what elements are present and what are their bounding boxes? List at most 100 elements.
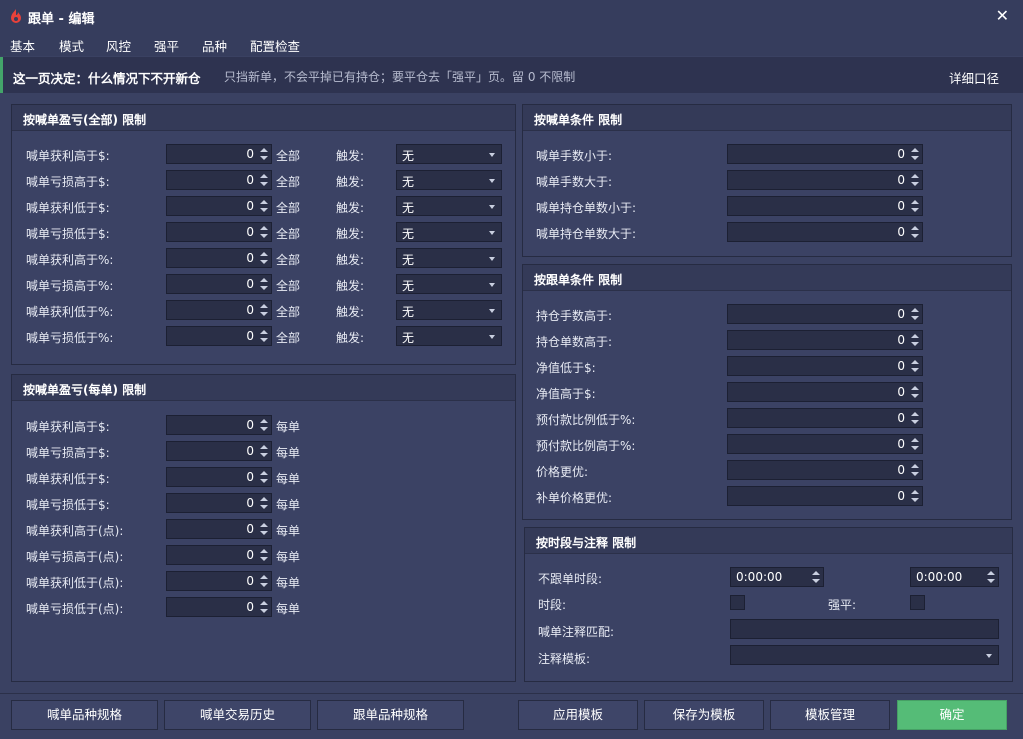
value-stepper[interactable]: 0 — [727, 304, 923, 324]
stepper-arrows-icon[interactable] — [911, 488, 919, 504]
panel-follow-conditions: 按跟单条件 限制 持仓手数高于: 0 持仓单数高于: 0 净值低于$: 0 净值高于$: 0 预… — [522, 264, 1012, 520]
stepper-arrows-icon[interactable] — [911, 384, 919, 400]
value-stepper[interactable]: 0 — [727, 170, 923, 190]
stepper-arrows-icon[interactable] — [911, 224, 919, 240]
value-stepper[interactable]: 0 — [166, 493, 272, 513]
trigger-select[interactable]: 无 — [396, 196, 502, 216]
value-stepper[interactable]: 0 — [166, 545, 272, 565]
value-stepper[interactable]: 0 — [166, 441, 272, 461]
tab-symbols[interactable]: 品种 — [202, 36, 227, 55]
panel-time-comment: 按时段与注释 限制 不跟单时段: 0:00:00 0:00:00 时段: 强平:… — [524, 527, 1013, 682]
value-stepper[interactable]: 0 — [727, 382, 923, 402]
panel-signal-pl-each: 按喊单盈亏(每单) 限制 喊单获利高于$: 0 每单 喊单亏损高于$: 0 每单 喊单获利低… — [11, 374, 516, 682]
stepper-arrows-icon[interactable] — [260, 417, 268, 433]
stepper-arrows-icon[interactable] — [911, 332, 919, 348]
stepper-arrows-icon[interactable] — [911, 462, 919, 478]
panel-title: 按喊单盈亏(全部) 限制 — [12, 105, 515, 131]
value-stepper[interactable]: 0 — [727, 330, 923, 350]
stepper-arrows-icon[interactable] — [911, 410, 919, 426]
trigger-select[interactable]: 无 — [396, 222, 502, 242]
force-close-checkbox[interactable] — [910, 595, 925, 610]
trigger-select[interactable]: 无 — [396, 274, 502, 294]
apply-template-button[interactable]: 应用模板 — [518, 700, 638, 730]
value-stepper[interactable]: 0 — [727, 196, 923, 216]
stepper-arrows-icon[interactable] — [260, 146, 268, 162]
stepper-arrows-icon[interactable] — [260, 547, 268, 563]
trigger-select[interactable]: 无 — [396, 300, 502, 320]
stepper-arrows-icon[interactable] — [911, 172, 919, 188]
stepper-arrows-icon[interactable] — [911, 358, 919, 374]
stepper-arrows-icon[interactable] — [260, 302, 268, 318]
save-as-template-button[interactable]: 保存为模板 — [644, 700, 764, 730]
value-stepper[interactable]: 0 — [166, 467, 272, 487]
value-stepper[interactable]: 0 — [727, 486, 923, 506]
stepper-arrows-icon[interactable] — [260, 469, 268, 485]
value-stepper[interactable]: 0 — [166, 415, 272, 435]
value-stepper[interactable]: 0 — [727, 408, 923, 428]
value-stepper[interactable]: 0 — [166, 222, 272, 242]
trigger-select[interactable]: 无 — [396, 144, 502, 164]
value-stepper[interactable]: 0 — [166, 144, 272, 164]
stepper-arrows-icon[interactable] — [260, 328, 268, 344]
stepper-arrows-icon[interactable] — [260, 250, 268, 266]
stepper-arrows-icon[interactable] — [911, 436, 919, 452]
period-checkbox[interactable] — [730, 595, 745, 610]
row-label: 喊单获利低于%: — [26, 305, 114, 319]
value-stepper[interactable]: 0 — [727, 434, 923, 454]
stepper-arrows-icon[interactable] — [911, 306, 919, 322]
window-title: 跟单 - 编辑 — [28, 12, 95, 27]
stepper-arrows-icon[interactable] — [260, 224, 268, 240]
value-stepper[interactable]: 0 — [166, 300, 272, 320]
stepper-value: 0 — [246, 225, 254, 239]
value-stepper[interactable]: 0 — [166, 248, 272, 268]
value-stepper[interactable]: 0 — [166, 326, 272, 346]
comment-match-label: 喊单注释匹配: — [538, 625, 615, 639]
value-stepper[interactable]: 0 — [166, 519, 272, 539]
comment-match-input[interactable] — [730, 619, 999, 639]
tab-basic[interactable]: 基本 — [10, 36, 35, 55]
tab-bar: 基本 模式 风控 强平 品种 配置检查 — [0, 32, 1023, 59]
stepper-arrows-icon[interactable] — [911, 146, 919, 162]
tab-config-check[interactable]: 配置检查 — [241, 36, 309, 59]
stepper-value: 0 — [246, 329, 254, 343]
value-stepper[interactable]: 0 — [727, 222, 923, 242]
stepper-arrows-icon[interactable] — [260, 172, 268, 188]
value-stepper[interactable]: 0 — [727, 356, 923, 376]
value-stepper[interactable]: 0 — [166, 274, 272, 294]
stepper-arrows-icon[interactable] — [260, 495, 268, 511]
scope-label: 全部 — [276, 253, 301, 267]
value-stepper[interactable]: 0 — [166, 597, 272, 617]
signal-trade-history-button[interactable]: 喊单交易历史 — [164, 700, 311, 730]
trigger-select[interactable]: 无 — [396, 326, 502, 346]
signal-symbol-spec-button[interactable]: 喊单品种规格 — [11, 700, 158, 730]
time-end-stepper[interactable]: 0:00:00 — [910, 567, 999, 587]
scope-label: 每单 — [276, 498, 301, 512]
value-stepper[interactable]: 0 — [166, 571, 272, 591]
stepper-arrows-icon[interactable] — [260, 573, 268, 589]
details-link[interactable]: 详细口径 — [949, 68, 999, 87]
value-stepper[interactable]: 0 — [727, 460, 923, 480]
stepper-arrows-icon[interactable] — [812, 569, 820, 585]
template-manager-button[interactable]: 模板管理 — [770, 700, 890, 730]
ok-button[interactable]: 确定 — [897, 700, 1007, 730]
close-icon[interactable]: ✕ — [996, 6, 1009, 25]
tab-mode[interactable]: 模式 — [59, 36, 84, 55]
trigger-select[interactable]: 无 — [396, 248, 502, 268]
stepper-arrows-icon[interactable] — [260, 276, 268, 292]
title-bar: 跟单 - 编辑 ✕ — [0, 0, 1023, 32]
value-stepper[interactable]: 0 — [166, 196, 272, 216]
stepper-arrows-icon[interactable] — [260, 198, 268, 214]
trigger-select[interactable]: 无 — [396, 170, 502, 190]
follow-symbol-spec-button[interactable]: 跟单品种规格 — [317, 700, 464, 730]
stepper-arrows-icon[interactable] — [260, 521, 268, 537]
stepper-arrows-icon[interactable] — [987, 569, 995, 585]
comment-template-select[interactable] — [730, 645, 999, 665]
value-stepper[interactable]: 0 — [166, 170, 272, 190]
stepper-arrows-icon[interactable] — [260, 443, 268, 459]
tab-force-close[interactable]: 强平 — [154, 36, 179, 55]
stepper-arrows-icon[interactable] — [911, 198, 919, 214]
time-start-stepper[interactable]: 0:00:00 — [730, 567, 824, 587]
tab-risk-control[interactable]: 风控 — [97, 36, 140, 59]
stepper-arrows-icon[interactable] — [260, 599, 268, 615]
value-stepper[interactable]: 0 — [727, 144, 923, 164]
